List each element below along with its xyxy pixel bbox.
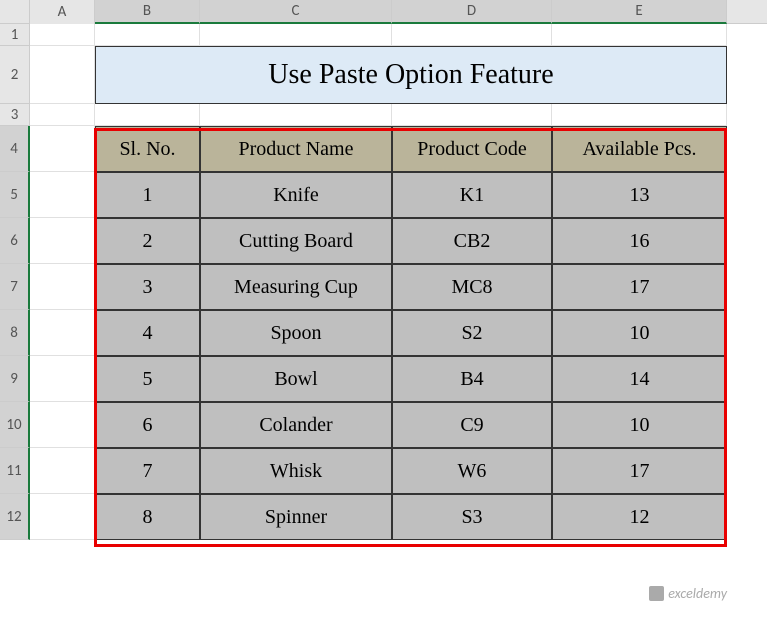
row-header-7[interactable]: 7 [0, 264, 30, 310]
table-row[interactable]: S2 [392, 310, 552, 356]
table-row[interactable]: Spinner [200, 494, 392, 540]
row-header-2[interactable]: 2 [0, 46, 30, 104]
watermark: exceldemy [649, 585, 727, 602]
row-11: 11 7 Whisk W6 17 [0, 448, 767, 494]
cell-A8[interactable] [30, 310, 95, 356]
col-header-B[interactable]: B [95, 0, 200, 24]
cell-A5[interactable] [30, 172, 95, 218]
row-9: 9 5 Bowl B4 14 [0, 356, 767, 402]
header-available[interactable]: Available Pcs. [552, 126, 727, 172]
table-row[interactable]: 10 [552, 402, 727, 448]
table-row[interactable]: Whisk [200, 448, 392, 494]
table-row[interactable]: Cutting Board [200, 218, 392, 264]
table-row[interactable]: 2 [95, 218, 200, 264]
col-header-A[interactable]: A [30, 0, 95, 24]
table-row[interactable]: 3 [95, 264, 200, 310]
table-row[interactable]: S3 [392, 494, 552, 540]
cell-A4[interactable] [30, 126, 95, 172]
table-row[interactable]: CB2 [392, 218, 552, 264]
row-header-9[interactable]: 9 [0, 356, 30, 402]
watermark-text: exceldemy [668, 585, 727, 602]
table-row[interactable]: K1 [392, 172, 552, 218]
watermark-icon [649, 586, 664, 601]
table-row[interactable]: Bowl [200, 356, 392, 402]
row-7: 7 3 Measuring Cup MC8 17 [0, 264, 767, 310]
table-row[interactable]: 13 [552, 172, 727, 218]
page-title[interactable]: Use Paste Option Feature [95, 46, 727, 104]
table-row[interactable]: 1 [95, 172, 200, 218]
cell-A6[interactable] [30, 218, 95, 264]
header-sl-no[interactable]: Sl. No. [95, 126, 200, 172]
table-row[interactable]: 16 [552, 218, 727, 264]
header-product-name[interactable]: Product Name [200, 126, 392, 172]
table-row[interactable]: 12 [552, 494, 727, 540]
cell-C3[interactable] [200, 104, 392, 126]
row-header-5[interactable]: 5 [0, 172, 30, 218]
row-10: 10 6 Colander C9 10 [0, 402, 767, 448]
col-header-D[interactable]: D [392, 0, 552, 24]
cell-A10[interactable] [30, 402, 95, 448]
table-row[interactable]: B4 [392, 356, 552, 402]
cell-A3[interactable] [30, 104, 95, 126]
row-8: 8 4 Spoon S2 10 [0, 310, 767, 356]
row-header-1[interactable]: 1 [0, 24, 30, 46]
row-header-6[interactable]: 6 [0, 218, 30, 264]
cell-A12[interactable] [30, 494, 95, 540]
row-6: 6 2 Cutting Board CB2 16 [0, 218, 767, 264]
row-4: 4 Sl. No. Product Name Product Code Avai… [0, 126, 767, 172]
cell-B3[interactable] [95, 104, 200, 126]
row-header-4[interactable]: 4 [0, 126, 30, 172]
table-row[interactable]: 6 [95, 402, 200, 448]
table-row[interactable]: 8 [95, 494, 200, 540]
cell-A7[interactable] [30, 264, 95, 310]
header-product-code[interactable]: Product Code [392, 126, 552, 172]
cell-C1[interactable] [200, 24, 392, 46]
table-row[interactable]: 17 [552, 448, 727, 494]
cell-E3[interactable] [552, 104, 727, 126]
table-row[interactable]: Knife [200, 172, 392, 218]
select-all-corner[interactable] [0, 0, 30, 24]
row-header-11[interactable]: 11 [0, 448, 30, 494]
table-row[interactable]: 4 [95, 310, 200, 356]
cell-A1[interactable] [30, 24, 95, 46]
table-row[interactable]: 10 [552, 310, 727, 356]
table-row[interactable]: 14 [552, 356, 727, 402]
row-header-8[interactable]: 8 [0, 310, 30, 356]
row-header-12[interactable]: 12 [0, 494, 30, 540]
table-row[interactable]: W6 [392, 448, 552, 494]
cell-A9[interactable] [30, 356, 95, 402]
cell-D1[interactable] [392, 24, 552, 46]
row-3: 3 [0, 104, 767, 126]
row-1: 1 [0, 24, 767, 46]
cell-D3[interactable] [392, 104, 552, 126]
table-row[interactable]: Colander [200, 402, 392, 448]
cell-A2[interactable] [30, 46, 95, 104]
row-header-10[interactable]: 10 [0, 402, 30, 448]
row-12: 12 8 Spinner S3 12 [0, 494, 767, 540]
cell-A11[interactable] [30, 448, 95, 494]
row-header-3[interactable]: 3 [0, 104, 30, 126]
table-row[interactable]: MC8 [392, 264, 552, 310]
cell-B1[interactable] [95, 24, 200, 46]
table-row[interactable]: 7 [95, 448, 200, 494]
cell-E1[interactable] [552, 24, 727, 46]
table-row[interactable]: C9 [392, 402, 552, 448]
table-row[interactable]: 5 [95, 356, 200, 402]
row-2: 2 Use Paste Option Feature [0, 46, 767, 104]
table-row[interactable]: Measuring Cup [200, 264, 392, 310]
row-5: 5 1 Knife K1 13 [0, 172, 767, 218]
col-header-C[interactable]: C [200, 0, 392, 24]
spreadsheet: A B C D E 1 2 Use Paste Option Feature 3… [0, 0, 767, 632]
col-header-E[interactable]: E [552, 0, 727, 24]
column-headers: A B C D E [0, 0, 767, 24]
table-row[interactable]: Spoon [200, 310, 392, 356]
table-row[interactable]: 17 [552, 264, 727, 310]
